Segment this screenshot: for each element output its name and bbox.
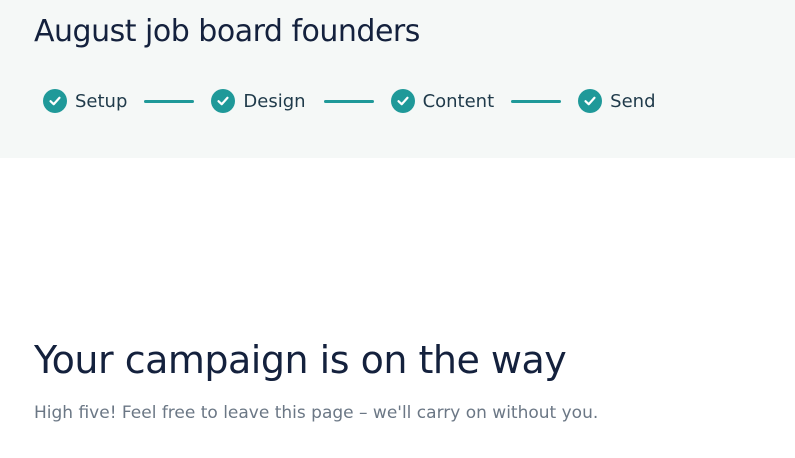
step-setup[interactable]: Setup	[43, 89, 127, 113]
check-circle-icon	[43, 89, 67, 113]
campaign-title: August job board founders	[34, 14, 420, 49]
check-circle-icon	[390, 89, 415, 113]
step-connector	[511, 99, 562, 103]
progress-steps: Setup Design Content Send	[43, 88, 656, 114]
status-heading: Your campaign is on the way	[34, 338, 567, 382]
step-design[interactable]: Design	[211, 89, 306, 113]
check-circle-icon	[211, 89, 236, 113]
step-connector	[323, 99, 374, 103]
step-label: Design	[243, 90, 306, 112]
step-content[interactable]: Content	[390, 89, 495, 113]
campaign-header: August job board founders Setup Design C…	[0, 0, 795, 158]
step-send[interactable]: Send	[578, 89, 656, 113]
step-label: Content	[422, 90, 495, 112]
step-connector	[144, 99, 195, 103]
status-subtext: High five! Feel free to leave this page …	[34, 403, 599, 423]
step-label: Setup	[75, 90, 128, 112]
check-circle-icon	[578, 89, 603, 113]
step-label: Send	[610, 90, 656, 112]
